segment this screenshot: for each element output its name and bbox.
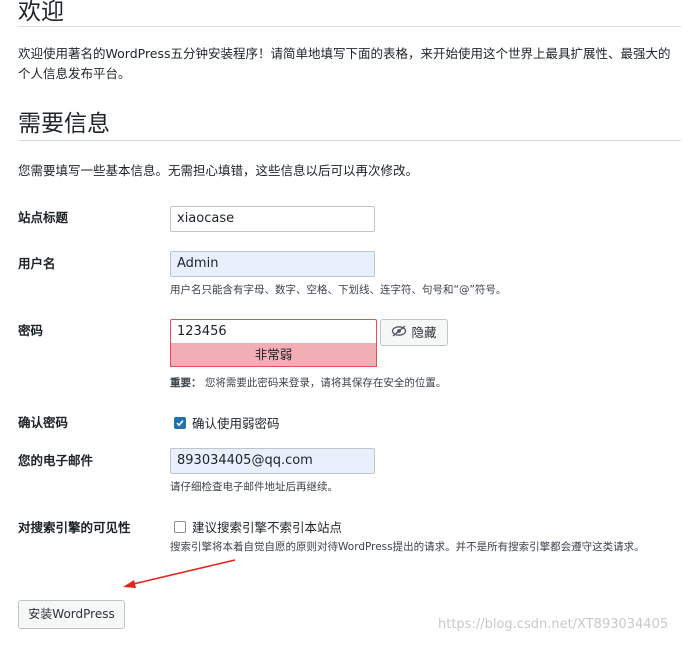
password-label: 密码 [18,323,44,338]
divider [18,140,681,141]
confirm-weak-label: 确认使用弱密码 [192,416,280,431]
eye-slash-icon [391,320,407,345]
password-input[interactable]: 123456 [170,319,377,345]
email-hint: 请仔细检查电子邮件地址后再继续。 [170,481,338,493]
password-hint-strong: 重要： [170,377,202,389]
info-subtitle: 您需要填写一些基本信息。无需担心填错，这些信息以后可以再次修改。 [18,163,419,178]
search-visibility-checkbox-label: 建议搜索引擎不索引本站点 [192,520,343,535]
password-hint-text: 您将需要此密码来登录，请将其保存在安全的位置。 [204,377,447,389]
info-title: 需要信息 [18,111,110,137]
password-hint: 重要： 您将需要此密码来登录，请将其保存在安全的位置。 [170,375,446,391]
watermark: https://blog.csdn.net/XT893034405 [438,617,669,632]
confirm-weak-password[interactable]: 确认使用弱密码 [174,413,280,432]
site-title-label: 站点标题 [18,210,69,225]
welcome-intro: 欢迎使用著名的WordPress五分钟安装程序！请简单地填写下面的表格，来开始使… [18,46,671,81]
search-visibility-option[interactable]: 建议搜索引擎不索引本站点 [174,517,342,536]
welcome-title: 欢迎 [18,0,64,25]
hide-password-label: 隐藏 [411,325,437,340]
annotation-arrow-icon [123,559,236,588]
email-input[interactable]: 893034405@qq.com [170,448,375,474]
search-visibility-label: 对搜索引擎的可见性 [18,520,131,535]
confirm-weak-checkbox[interactable] [174,416,186,429]
password-strength-meter: 非常弱 [170,343,377,367]
username-label: 用户名 [18,256,56,271]
username-hint: 用户名只能含有字母、数字、空格、下划线、连字符、句号和“@”符号。 [170,284,507,296]
email-label: 您的电子邮件 [18,453,94,468]
hide-password-button[interactable]: 隐藏 [380,319,448,346]
search-visibility-checkbox[interactable] [174,520,186,533]
search-visibility-hint: 搜索引擎将本着自觉自愿的原则对待WordPress提出的请求。并不是所有搜索引擎… [170,541,645,553]
checkmark-icon [176,419,184,426]
site-title-input[interactable]: xiaocase [170,206,375,232]
install-wordpress-button[interactable]: 安装WordPress [18,600,125,629]
username-input[interactable]: Admin [170,251,375,277]
confirm-password-label: 确认密码 [18,415,69,430]
divider [18,26,681,27]
